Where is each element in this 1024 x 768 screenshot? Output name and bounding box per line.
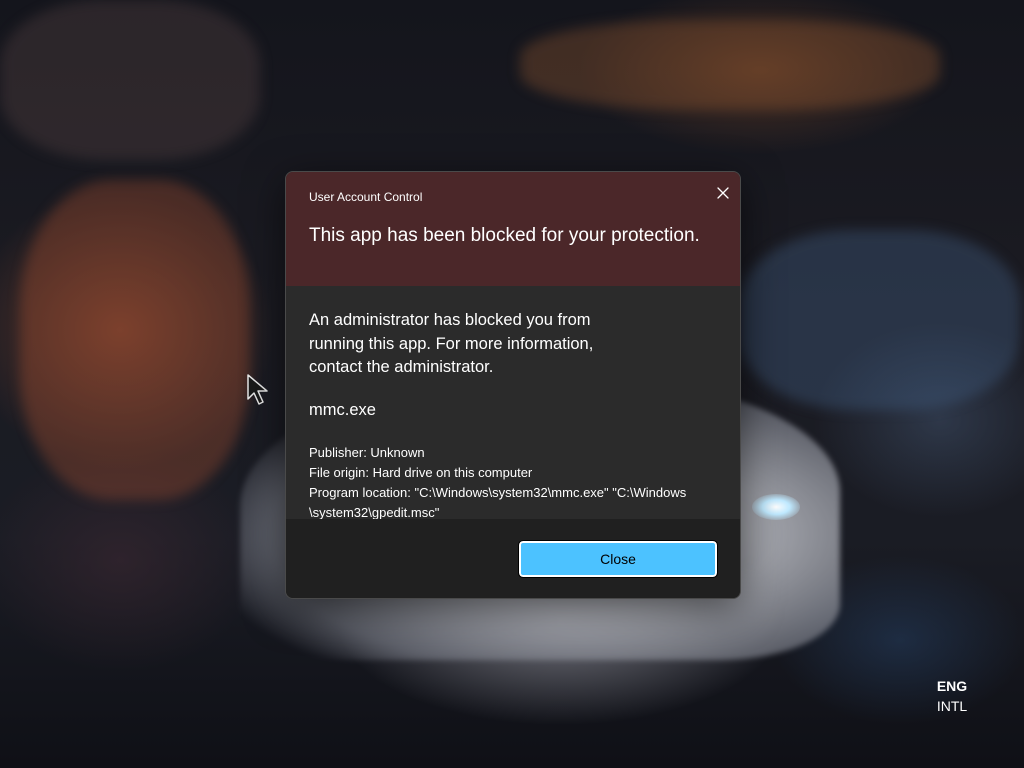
program-location-text: Program location: "C:\Windows\system32\m…	[309, 485, 687, 500]
publisher-text: Publisher: Unknown	[309, 445, 425, 460]
background-building	[20, 180, 250, 500]
close-icon[interactable]	[710, 180, 736, 206]
app-details: Publisher: Unknown File origin: Hard dri…	[309, 443, 729, 523]
background-building	[0, 0, 260, 160]
file-origin-text: File origin: Hard drive on this computer	[309, 465, 533, 480]
desktop-background: User Account Control This app has been b…	[0, 0, 1024, 768]
dialog-footer: Close	[286, 519, 740, 598]
dialog-title: User Account Control	[309, 190, 423, 204]
keyboard-layout: INTL	[936, 698, 968, 714]
background-light-streak	[740, 230, 1020, 410]
car-headlight	[752, 494, 800, 520]
dialog-message: An administrator has blocked you from ru…	[309, 311, 594, 376]
dialog-headline: This app has been blocked for your prote…	[309, 225, 700, 246]
blocked-app-name: mmc.exe	[309, 401, 376, 419]
background-light-streak	[520, 20, 940, 110]
mouse-pointer-icon	[247, 374, 268, 405]
close-button[interactable]: Close	[518, 540, 718, 578]
language-code: ENG	[936, 678, 968, 694]
uac-dialog: User Account Control This app has been b…	[285, 171, 741, 599]
close-icon-glyph	[717, 187, 729, 199]
dialog-header: User Account Control This app has been b…	[286, 172, 740, 286]
language-indicator[interactable]: ENG INTL	[924, 677, 980, 716]
